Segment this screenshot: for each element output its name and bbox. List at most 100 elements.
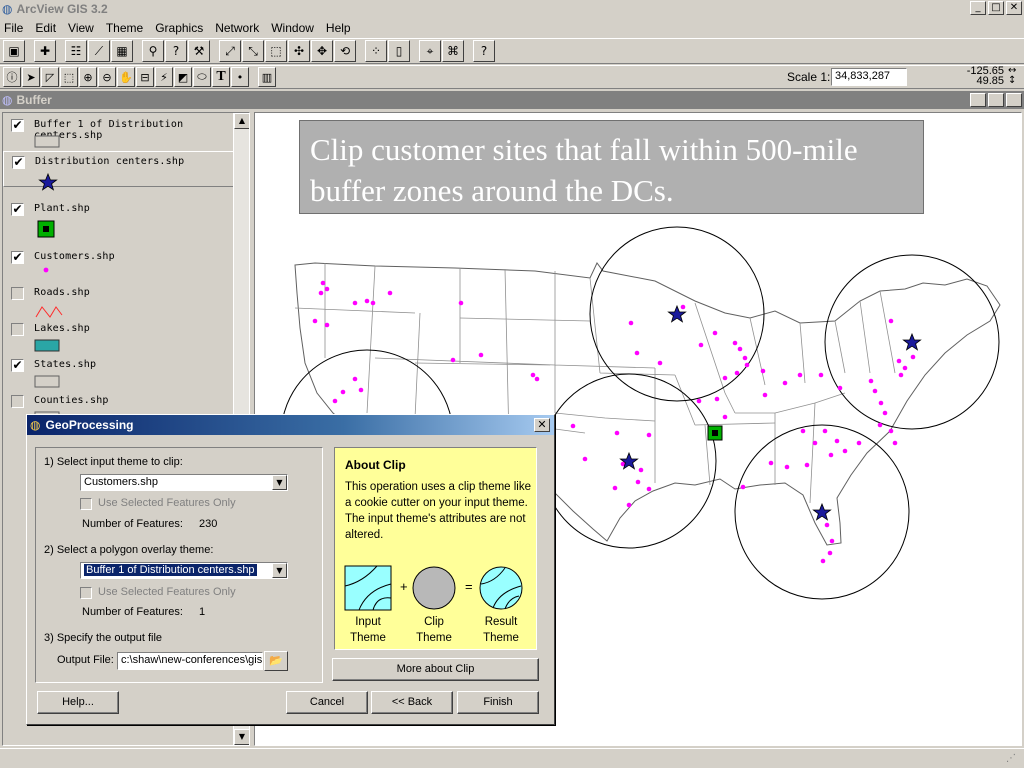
save-project-icon[interactable]: ▣ <box>3 40 25 62</box>
menu-network[interactable]: Network <box>215 21 259 35</box>
menu-view[interactable]: View <box>68 21 94 35</box>
minimize-app-button[interactable]: _ <box>970 1 986 15</box>
toc-layer[interactable]: Lakes.shp <box>3 319 235 355</box>
find-icon[interactable]: ⚲ <box>142 40 164 62</box>
scroll-up-arrow-icon[interactable]: ▲ <box>234 113 249 129</box>
locate-address-icon[interactable]: ? <box>165 40 187 62</box>
menu-theme[interactable]: Theme <box>106 21 143 35</box>
menu-graphics[interactable]: Graphics <box>155 21 203 35</box>
restore-view-button[interactable]: ❐ <box>988 93 1004 107</box>
toc-layer[interactable]: ✔ Plant.shp <box>3 199 235 238</box>
browse-folder-icon[interactable]: 📂 <box>264 651 288 671</box>
plant-symbol-icon <box>34 219 60 242</box>
toc-layer[interactable]: ✔ Distribution centers.shp <box>3 151 235 191</box>
tool-bar: ⓘ ➤ ◸ ⬚ ⊕ ⊖ ✋ ⊟ ⚡ ◩ ⬭ T • ▥ Scale 1: 34,… <box>0 65 1024 89</box>
zoom-out-icon[interactable]: ⊖ <box>98 67 116 87</box>
open-table-icon[interactable]: ▦ <box>111 40 133 62</box>
zoom-selected-icon[interactable]: ⬚ <box>265 40 287 62</box>
zoom-full-extent-icon[interactable]: ⤢ <box>219 40 241 62</box>
network-find-path-icon[interactable]: ⌖ <box>419 40 441 62</box>
select-feature-icon[interactable]: ⬚ <box>60 67 78 87</box>
output-file-input[interactable]: c:\shaw\new-conferences\gis <box>117 652 263 670</box>
layer-visibility-checkbox[interactable] <box>11 323 24 336</box>
use-selected-2-label: Use Selected Features Only <box>98 586 236 598</box>
minimize-view-button[interactable]: _ <box>970 93 986 107</box>
input-theme-select[interactable]: Customers.shp ▼ <box>80 474 288 491</box>
help-pointer-icon[interactable]: ? <box>473 40 495 62</box>
scale-input[interactable]: 34,833,287 <box>831 68 907 86</box>
snap-icon[interactable]: ▥ <box>258 67 276 87</box>
more-about-clip-button[interactable]: More about Clip <box>332 658 539 681</box>
button-bar: ▣ ✚ ☷ ⟋ ▦ ⚲ ? ⚒ ⤢ ⤡ ⬚ ✣ ✥ ⟲ ⁘ ▯ ⌖ ⌘ ? <box>0 38 1024 64</box>
edit-legend-icon[interactable]: ⟋ <box>88 40 110 62</box>
layer-name: Buffer 1 of Distribution centers.shp <box>34 119 184 141</box>
zoom-in-center-icon[interactable]: ✣ <box>288 40 310 62</box>
zoom-active-themes-icon[interactable]: ⤡ <box>242 40 264 62</box>
layer-visibility-checkbox[interactable]: ✔ <box>11 251 24 264</box>
menu-window[interactable]: Window <box>271 21 314 35</box>
select-features-icon[interactable]: ⁘ <box>365 40 387 62</box>
hotlink-icon[interactable]: ⚡ <box>155 67 173 87</box>
vertex-edit-icon[interactable]: ◸ <box>41 67 59 87</box>
view-title: Buffer <box>16 93 52 107</box>
use-selected-1-label: Use Selected Features Only <box>98 497 236 509</box>
label-icon[interactable]: ⬭ <box>193 67 211 87</box>
scroll-down-arrow-icon[interactable]: ▼ <box>234 729 249 745</box>
layer-visibility-checkbox[interactable]: ✔ <box>11 119 24 132</box>
about-clip-panel: About Clip This operation uses a clip th… <box>334 447 537 650</box>
zoom-in-icon[interactable]: ⊕ <box>79 67 97 87</box>
step2-label: 2) Select a polygon overlay theme: <box>44 544 214 556</box>
dialog-title: GeoProcessing <box>45 418 134 432</box>
overlay-theme-dropdown-icon[interactable]: ▼ <box>272 563 287 578</box>
app-title: ArcView GIS 3.2 <box>16 2 108 16</box>
add-theme-icon[interactable]: ✚ <box>34 40 56 62</box>
use-selected-2-checkbox[interactable] <box>80 587 92 599</box>
input-theme-dropdown-icon[interactable]: ▼ <box>272 475 287 490</box>
zoom-out-center-icon[interactable]: ✥ <box>311 40 333 62</box>
identify-icon[interactable]: ⓘ <box>3 67 21 87</box>
zoom-previous-icon[interactable]: ⟲ <box>334 40 356 62</box>
toc-layer[interactable]: ✔ Buffer 1 of Distribution centers.shp <box>3 115 235 151</box>
maximize-app-button[interactable]: □ <box>988 1 1004 15</box>
pointer-icon[interactable]: ➤ <box>22 67 40 87</box>
back-button[interactable]: << Back <box>371 691 453 714</box>
layer-name: Lakes.shp <box>34 323 90 334</box>
coordinate-readout: -125.65 49.85 <box>966 66 1004 87</box>
toc-layer[interactable]: Roads.shp <box>3 283 235 319</box>
network-service-area-icon[interactable]: ⌘ <box>442 40 464 62</box>
layer-visibility-checkbox[interactable]: ✔ <box>11 359 24 372</box>
menu-file[interactable]: File <box>4 21 23 35</box>
clip-theme-graphic <box>412 566 456 610</box>
layer-visibility-checkbox[interactable]: ✔ <box>12 156 25 169</box>
overlay-theme-select[interactable]: Buffer 1 of Distribution centers.shp ▼ <box>80 562 288 579</box>
about-clip-description: This operation uses a clip theme like a … <box>345 481 532 541</box>
finish-button[interactable]: Finish <box>457 691 539 714</box>
dialog-close-button[interactable]: ✕ <box>534 418 550 432</box>
geoprocessing-dialog: ◍ GeoProcessing ✕ 1) Select input theme … <box>26 414 555 725</box>
use-selected-1-checkbox[interactable] <box>80 498 92 510</box>
resize-grip-icon[interactable]: ⋰ <box>1006 753 1020 765</box>
measure-icon[interactable]: ⊟ <box>136 67 154 87</box>
theme-properties-icon[interactable]: ☷ <box>65 40 87 62</box>
close-app-button[interactable]: ✕ <box>1006 1 1022 15</box>
close-view-button[interactable]: ✕ <box>1006 93 1022 107</box>
layer-visibility-checkbox[interactable] <box>11 395 24 408</box>
toc-layer[interactable]: ✔ States.shp <box>3 355 235 391</box>
area-of-interest-icon[interactable]: ◩ <box>174 67 192 87</box>
menu-edit[interactable]: Edit <box>35 21 56 35</box>
lake-symbol-icon <box>34 339 60 356</box>
app-titlebar: ◍ ArcView GIS 3.2 _ □ ✕ <box>0 0 1024 18</box>
query-builder-icon[interactable]: ⚒ <box>188 40 210 62</box>
toc-layer[interactable]: ✔ Customers.shp <box>3 247 235 283</box>
text-icon[interactable]: T <box>212 67 230 87</box>
pan-icon[interactable]: ✋ <box>117 67 135 87</box>
layer-visibility-checkbox[interactable]: ✔ <box>11 203 24 216</box>
help-button[interactable]: Help... <box>37 691 119 714</box>
layer-visibility-checkbox[interactable] <box>11 287 24 300</box>
clear-selection-icon[interactable]: ▯ <box>388 40 410 62</box>
menu-help[interactable]: Help <box>326 21 351 35</box>
layer-name: Customers.shp <box>34 251 115 262</box>
cancel-button[interactable]: Cancel <box>286 691 368 714</box>
arcview-app-icon: ◍ <box>2 2 13 16</box>
draw-point-icon[interactable]: • <box>231 67 249 87</box>
